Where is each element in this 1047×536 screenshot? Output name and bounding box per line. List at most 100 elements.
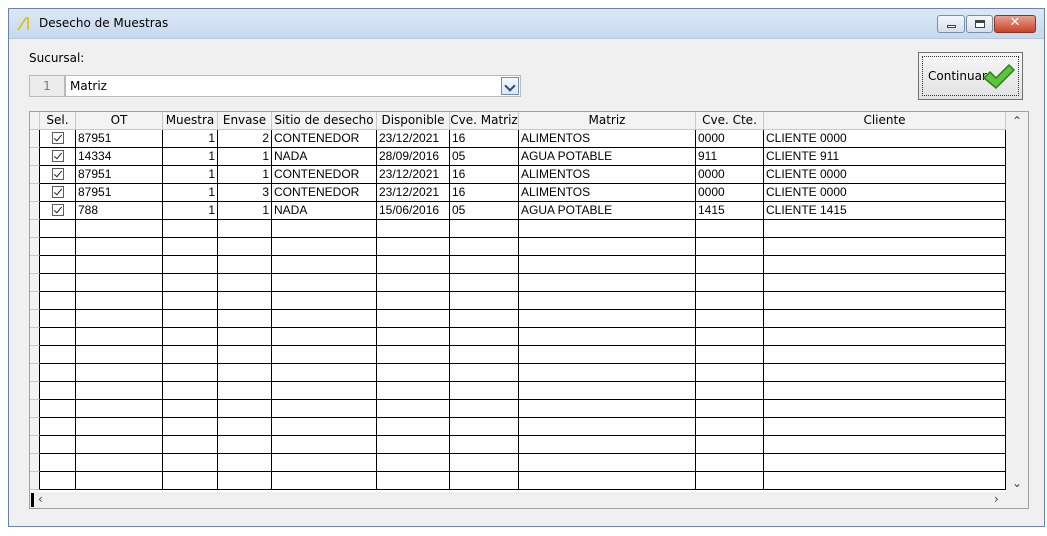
row-indicator[interactable]	[30, 130, 40, 148]
empty-cell[interactable]	[40, 292, 76, 310]
empty-cell[interactable]	[40, 436, 76, 454]
empty-cell[interactable]	[696, 400, 764, 418]
empty-cell[interactable]	[40, 418, 76, 436]
column-header[interactable]: Sel.	[40, 112, 76, 130]
row-indicator[interactable]	[30, 256, 40, 274]
empty-cell[interactable]	[519, 436, 696, 454]
empty-cell[interactable]	[163, 418, 218, 436]
empty-cell[interactable]	[76, 328, 163, 346]
empty-cell[interactable]	[696, 454, 764, 472]
select-checkbox[interactable]	[52, 150, 64, 162]
empty-cell[interactable]	[450, 310, 519, 328]
empty-cell[interactable]	[764, 454, 1006, 472]
scroll-down-icon[interactable]: ⌄	[1006, 474, 1028, 492]
empty-cell[interactable]	[272, 364, 377, 382]
table-cell[interactable]: 1	[218, 166, 272, 184]
select-checkbox[interactable]	[52, 204, 64, 216]
table-cell[interactable]: 23/12/2021	[377, 184, 450, 202]
empty-cell[interactable]	[450, 328, 519, 346]
table-cell[interactable]: 1415	[696, 202, 764, 220]
maximize-button[interactable]	[966, 15, 993, 33]
empty-cell[interactable]	[377, 364, 450, 382]
empty-cell[interactable]	[764, 472, 1006, 490]
row-indicator[interactable]	[30, 184, 40, 202]
empty-cell[interactable]	[163, 364, 218, 382]
empty-cell[interactable]	[519, 292, 696, 310]
empty-cell[interactable]	[377, 418, 450, 436]
empty-cell[interactable]	[696, 256, 764, 274]
empty-cell[interactable]	[696, 328, 764, 346]
empty-cell[interactable]	[76, 472, 163, 490]
table-cell[interactable]: 1	[163, 130, 218, 148]
empty-cell[interactable]	[272, 400, 377, 418]
empty-cell[interactable]	[272, 238, 377, 256]
row-indicator[interactable]	[30, 274, 40, 292]
empty-cell[interactable]	[218, 364, 272, 382]
table-cell[interactable]: 05	[450, 202, 519, 220]
title-bar[interactable]: Desecho de Muestras ✕	[9, 9, 1044, 39]
table-cell[interactable]: AGUA POTABLE	[519, 202, 696, 220]
empty-cell[interactable]	[163, 292, 218, 310]
empty-cell[interactable]	[519, 238, 696, 256]
empty-cell[interactable]	[377, 436, 450, 454]
empty-cell[interactable]	[450, 400, 519, 418]
vertical-scrollbar[interactable]: ⌃ ⌄	[1006, 112, 1028, 492]
empty-cell[interactable]	[218, 418, 272, 436]
empty-cell[interactable]	[519, 418, 696, 436]
empty-cell[interactable]	[377, 310, 450, 328]
table-cell[interactable]: AGUA POTABLE	[519, 148, 696, 166]
table-cell[interactable]: ALIMENTOS	[519, 184, 696, 202]
empty-cell[interactable]	[696, 274, 764, 292]
empty-cell[interactable]	[519, 400, 696, 418]
empty-cell[interactable]	[163, 382, 218, 400]
empty-cell[interactable]	[696, 472, 764, 490]
empty-cell[interactable]	[76, 418, 163, 436]
table-cell[interactable]: NADA	[272, 202, 377, 220]
empty-cell[interactable]	[163, 400, 218, 418]
minimize-button[interactable]	[937, 15, 965, 33]
empty-cell[interactable]	[764, 220, 1006, 238]
empty-cell[interactable]	[163, 328, 218, 346]
table-cell[interactable]: ALIMENTOS	[519, 166, 696, 184]
table-cell[interactable]: 16	[450, 130, 519, 148]
empty-cell[interactable]	[272, 256, 377, 274]
table-cell[interactable]: ALIMENTOS	[519, 130, 696, 148]
empty-cell[interactable]	[519, 472, 696, 490]
empty-cell[interactable]	[377, 328, 450, 346]
empty-cell[interactable]	[40, 238, 76, 256]
empty-cell[interactable]	[218, 328, 272, 346]
empty-cell[interactable]	[76, 436, 163, 454]
empty-cell[interactable]	[272, 310, 377, 328]
table-cell[interactable]: 28/09/2016	[377, 148, 450, 166]
empty-cell[interactable]	[163, 436, 218, 454]
empty-cell[interactable]	[519, 274, 696, 292]
empty-cell[interactable]	[764, 382, 1006, 400]
empty-cell[interactable]	[218, 220, 272, 238]
empty-cell[interactable]	[76, 256, 163, 274]
table-cell[interactable]: 1	[218, 148, 272, 166]
empty-cell[interactable]	[450, 382, 519, 400]
row-indicator[interactable]	[30, 292, 40, 310]
empty-cell[interactable]	[40, 454, 76, 472]
row-indicator[interactable]	[30, 346, 40, 364]
column-header[interactable]: Sitio de desecho	[272, 112, 377, 130]
empty-cell[interactable]	[76, 310, 163, 328]
row-indicator[interactable]	[30, 454, 40, 472]
empty-cell[interactable]	[696, 220, 764, 238]
sucursal-select[interactable]: Matriz	[65, 75, 521, 97]
empty-cell[interactable]	[76, 454, 163, 472]
empty-cell[interactable]	[696, 418, 764, 436]
table-cell[interactable]: 14334	[76, 148, 163, 166]
table-cell[interactable]: 911	[696, 148, 764, 166]
table-cell[interactable]: 2	[218, 130, 272, 148]
empty-cell[interactable]	[519, 364, 696, 382]
table-cell[interactable]: 1	[163, 148, 218, 166]
empty-cell[interactable]	[764, 256, 1006, 274]
column-header[interactable]: Cve. Cte.	[696, 112, 764, 130]
empty-cell[interactable]	[163, 310, 218, 328]
empty-cell[interactable]	[218, 436, 272, 454]
empty-cell[interactable]	[218, 346, 272, 364]
row-indicator[interactable]	[30, 400, 40, 418]
row-indicator[interactable]	[30, 166, 40, 184]
empty-cell[interactable]	[377, 274, 450, 292]
